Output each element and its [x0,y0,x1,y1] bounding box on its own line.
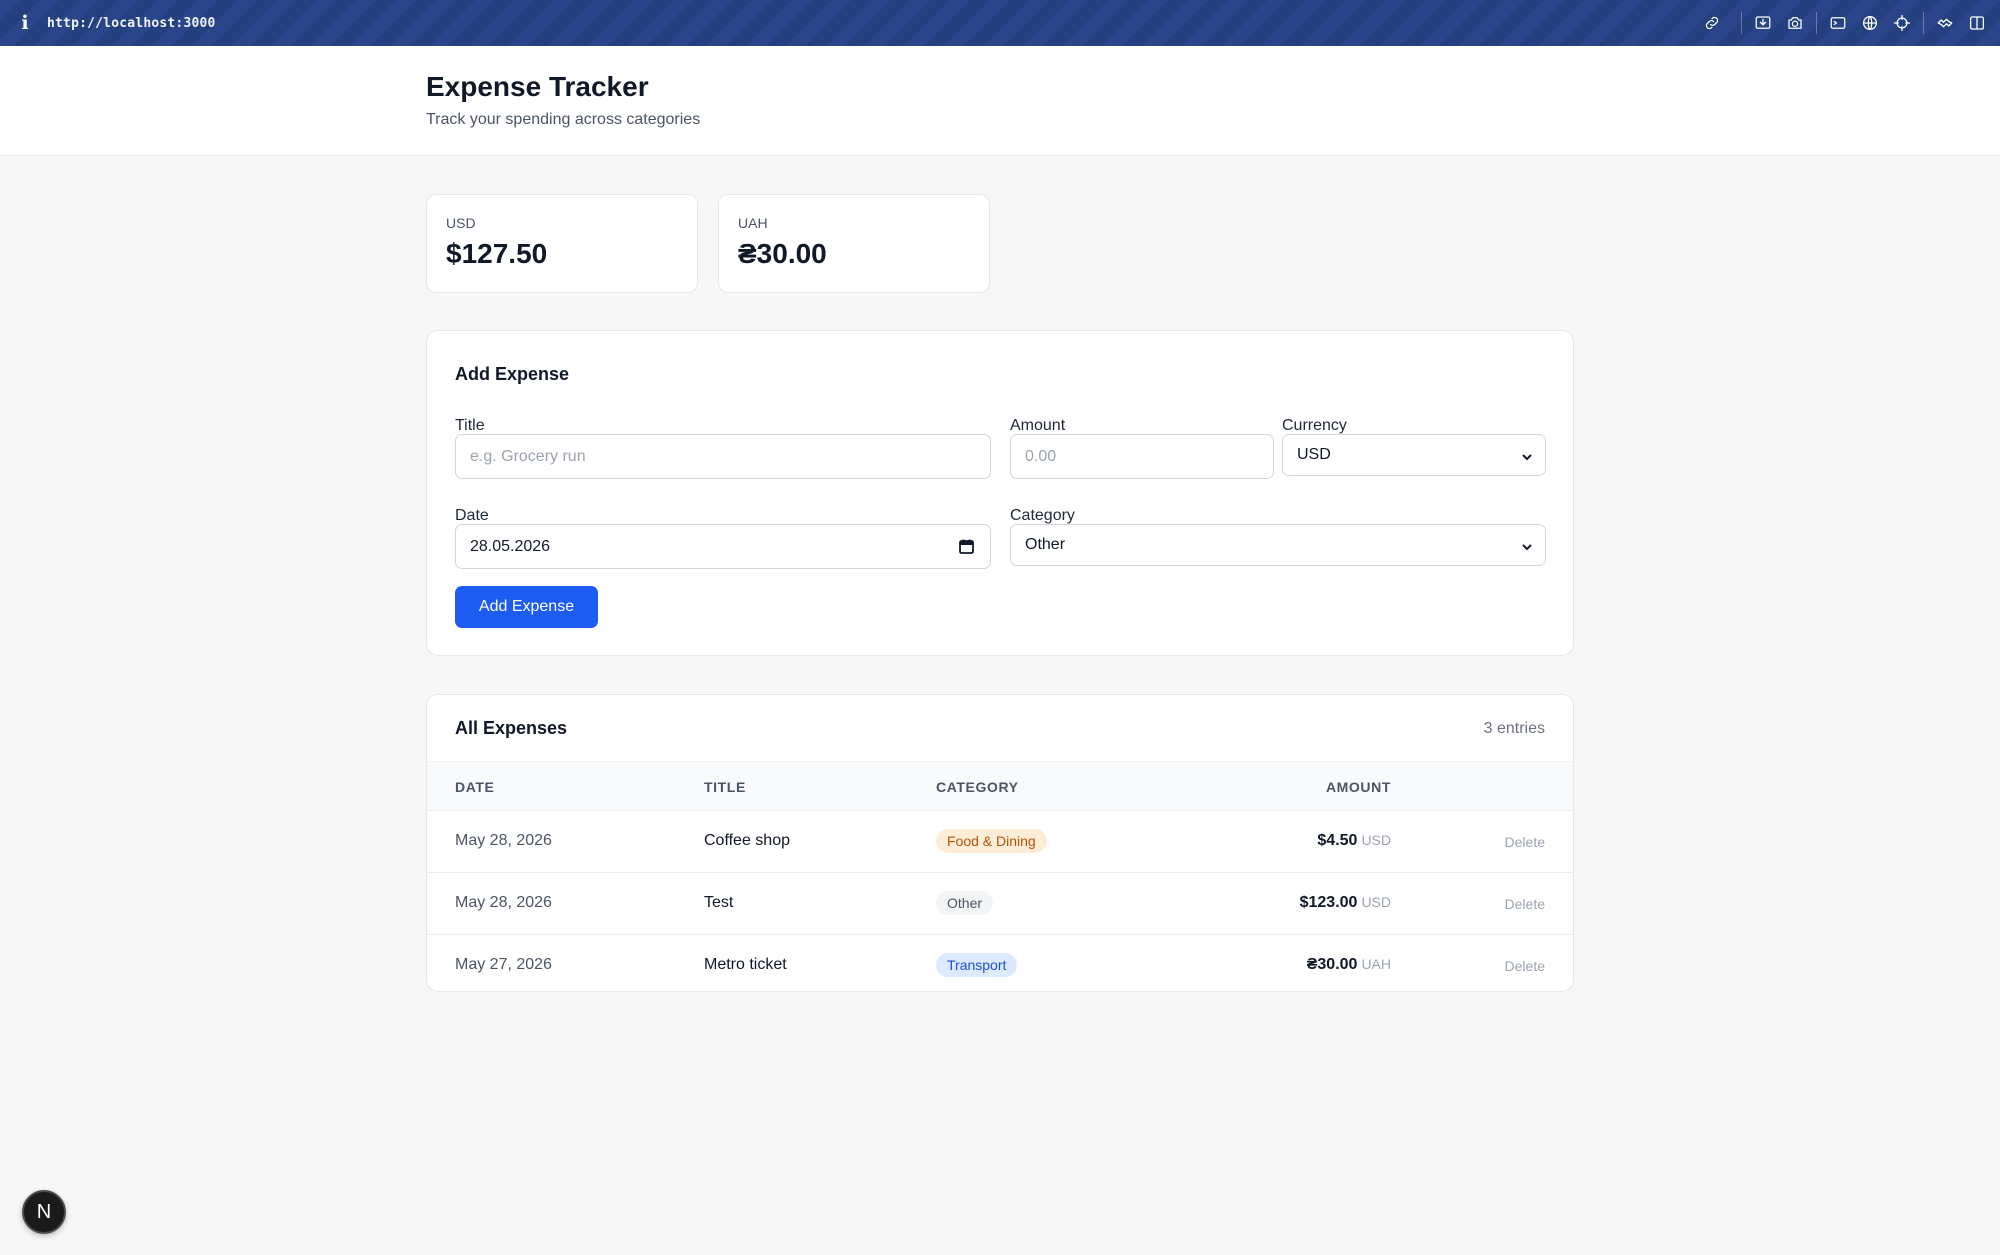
page-title: Expense Tracker [426,71,649,102]
summary-total: ₴30.00 [738,238,827,269]
terminal-icon[interactable] [1827,12,1849,34]
summary-currency: UAH [738,215,768,231]
list-heading: All Expenses [455,718,568,738]
date-input[interactable]: 28.05.2026 [455,524,991,569]
currency-select[interactable]: USD [1282,434,1546,476]
amount-currency: USD [1361,832,1391,848]
calendar-icon[interactable] [958,538,975,555]
amount-currency: UAH [1361,956,1391,972]
url-bar[interactable]: http://localhost:3000 [47,16,216,31]
info-icon[interactable]: i [13,12,37,34]
link-icon[interactable] [1701,12,1723,34]
column-header-category[interactable]: CATEGORY [936,779,1019,795]
chevron-down-icon [1521,540,1533,552]
amount-label: Amount [1010,417,1066,434]
delete-button[interactable]: Delete [1505,834,1545,850]
sidebar-icon[interactable] [1966,12,1988,34]
expense-amount: $4.50 USD [1317,832,1391,850]
toolbar-divider [1816,12,1817,34]
date-label: Date [455,507,489,524]
category-label: Category [1010,507,1075,524]
category-badge: Food & Dining [936,829,1047,853]
category-badge: Transport [936,953,1018,977]
expense-title: Test [704,894,734,911]
title-input[interactable]: e.g. Grocery run [455,434,991,479]
column-header-date[interactable]: DATE [455,779,494,795]
summary-card-uah: UAH ₴30.00 [718,194,990,293]
category-select[interactable]: Other [1010,524,1546,566]
download-icon[interactable] [1752,12,1774,34]
summary-currency: USD [446,215,476,231]
date-input-value: 28.05.2026 [470,537,551,555]
toolbar-divider [1923,12,1924,34]
entries-count: 3 entries [1483,720,1545,737]
chevron-down-icon [1521,450,1533,462]
expense-amount: $123.00 USD [1300,894,1391,912]
globe-icon[interactable] [1859,12,1881,34]
table-row: May 27, 2026 Metro ticket Transport ₴30.… [427,934,1573,991]
amount-value: $4.50 [1317,832,1358,849]
browser-actions [1701,0,2000,46]
currency-label: Currency [1282,417,1347,434]
table-header: DATE TITLE CATEGORY AMOUNT [427,761,1573,810]
delete-button[interactable]: Delete [1505,896,1545,912]
summary-total: $127.50 [446,238,548,269]
expense-title: Metro ticket [704,956,787,973]
column-header-amount[interactable]: AMOUNT [1326,779,1391,795]
crosshair-icon[interactable] [1891,12,1913,34]
expense-amount: ₴30.00 UAH [1307,956,1391,974]
amount-value: ₴30.00 [1306,956,1358,973]
table-row: May 28, 2026 Coffee shop Food & Dining $… [427,810,1573,872]
delete-button[interactable]: Delete [1505,958,1545,974]
expenses-list: All Expenses 3 entries DATE TITLE CATEGO… [426,694,1574,992]
category-badge: Other [936,891,994,915]
column-header-title[interactable]: TITLE [704,779,746,795]
expense-date: May 28, 2026 [455,894,552,911]
browser-toolbar: i http://localhost:3000 [0,0,2000,46]
camera-icon[interactable] [1784,12,1806,34]
add-expense-button[interactable]: Add Expense [455,586,598,628]
add-expense-form: Add Expense Title e.g. Grocery run Amoun… [426,330,1574,656]
extension-icon[interactable] [1934,12,1956,34]
amount-input[interactable]: 0.00 [1010,434,1274,479]
amount-value: $123.00 [1299,894,1358,911]
expense-date: May 27, 2026 [455,956,552,973]
amount-currency: USD [1361,894,1391,910]
dev-tools-badge[interactable]: N [22,1190,66,1234]
toolbar-divider [1741,12,1742,34]
expense-date: May 28, 2026 [455,832,552,849]
title-label: Title [455,417,485,434]
table-row: May 28, 2026 Test Other $123.00 USD Delet… [427,872,1573,934]
page-header: Expense Tracker Track your spending acro… [0,46,2000,156]
page-subtitle: Track your spending across categories [426,111,701,128]
summary-card-usd: USD $127.50 [426,194,698,293]
form-heading: Add Expense [455,364,570,384]
category-select-value: Other [1025,536,1066,553]
currency-select-value: USD [1297,446,1331,463]
expense-title: Coffee shop [704,832,790,849]
